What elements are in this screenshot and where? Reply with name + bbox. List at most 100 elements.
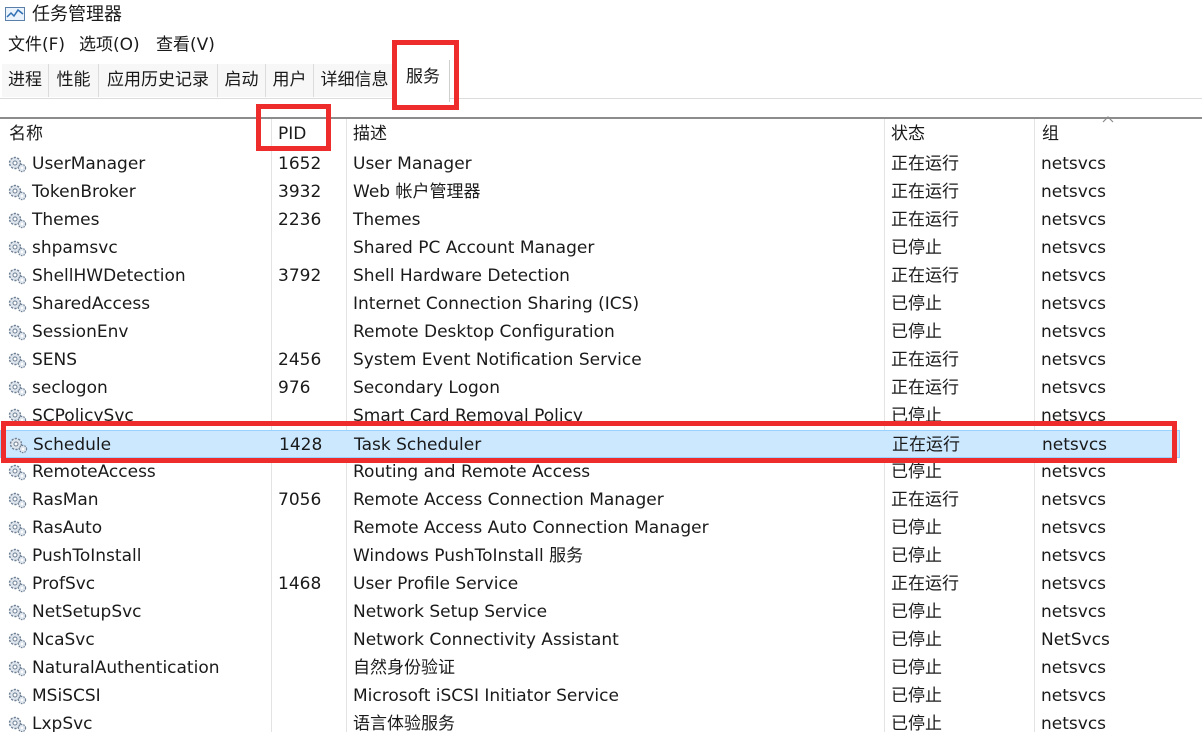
service-gear-icon [6,490,28,510]
service-description-cell: Network Setup Service [353,602,548,622]
service-status-cell: 正在运行 [892,435,960,455]
service-group-cell: netsvcs [1041,714,1107,732]
tab-app-history[interactable]: 应用历史记录 [99,64,218,97]
tab-startup[interactable]: 启动 [218,64,266,97]
service-name-cell: SharedAccess [32,294,151,314]
service-name-cell: shpamsvc [32,238,118,258]
service-gear-icon [6,546,28,566]
service-status-cell: 正在运行 [891,266,959,286]
tab-services[interactable]: 服务 [396,60,450,102]
service-description-cell: Network Connectivity Assistant [353,630,619,650]
service-description-cell: Shell Hardware Detection [353,266,570,286]
table-row[interactable]: NaturalAuthentication 自然身份验证 已停止 netsvcs [0,654,1180,682]
service-description-cell: Shared PC Account Manager [353,238,595,258]
service-pid-cell: 1468 [278,574,322,594]
service-name-cell: MSiSCSI [32,686,101,706]
service-name-cell: Schedule [33,435,112,455]
service-gear-icon [6,518,28,538]
service-status-cell: 正在运行 [891,210,959,230]
tab-processes[interactable]: 进程 [2,64,49,97]
service-description-cell: User Manager [353,154,472,174]
service-description-cell: Microsoft iSCSI Initiator Service [353,686,619,706]
toolbar-strip [0,99,1202,117]
table-row[interactable]: RasMan 7056 Remote Access Connection Manag… [0,486,1180,514]
table-row[interactable]: MSiSCSI Microsoft iSCSI Initiator Service… [0,682,1180,710]
service-status-cell: 已停止 [891,294,942,314]
table-row[interactable]: RemoteAccess Routing and Remote Access 已停止… [0,458,1180,486]
column-header-pid[interactable]: PID [278,122,306,146]
service-gear-icon [6,322,28,342]
table-row[interactable]: LxpSvc 语言体验服务 已停止 netsvcs [0,710,1180,732]
service-description-cell: Routing and Remote Access [353,462,591,482]
table-row[interactable]: SENS 2456 System Event Notification Servic… [0,346,1180,374]
tab-performance[interactable]: 性能 [49,64,99,97]
table-row[interactable]: NetSetupSvc Network Setup Service 已停止 netsv… [0,598,1180,626]
service-name-cell: RemoteAccess [32,462,156,482]
table-row[interactable]: UserManager 1652 User Manager 正在运行 netsvcs [0,150,1180,178]
window-title: 任务管理器 [32,4,122,25]
service-group-cell: netsvcs [1041,294,1107,314]
menu-options[interactable]: 选项(O) [79,35,140,56]
header-divider [0,117,1202,119]
menu-bar: 文件(F) 选项(O) 查看(V) [0,32,1202,58]
tab-users[interactable]: 用户 [266,64,314,97]
table-row[interactable]: PushToInstall Windows PushToInstall 服务 已停止… [0,542,1180,570]
service-description-cell: Windows PushToInstall 服务 [353,546,584,566]
column-header-name[interactable]: 名称 [9,122,43,146]
service-status-cell: 正在运行 [891,182,959,202]
sort-ascending-caret-icon [1102,116,1114,123]
table-row-selected[interactable]: Schedule 1428 Task Scheduler 正在运行 netsvcs [0,430,1180,458]
service-gear-icon [6,658,28,678]
service-status-cell: 已停止 [891,238,942,258]
service-group-cell: netsvcs [1041,182,1107,202]
service-description-cell: Internet Connection Sharing (ICS) [353,294,640,314]
service-gear-icon [6,686,28,706]
column-header-description[interactable]: 描述 [353,122,387,146]
service-group-cell: netsvcs [1041,350,1107,370]
service-status-cell: 正在运行 [891,154,959,174]
table-row[interactable]: RasAuto Remote Access Auto Connection Man… [0,514,1180,542]
service-gear-icon [6,350,28,370]
table-row[interactable]: SharedAccess Internet Connection Sharing … [0,290,1180,318]
table-row[interactable]: seclogon 976 Secondary Logon 正在运行 netsvcs [0,374,1180,402]
service-status-cell: 已停止 [891,602,942,622]
table-row[interactable]: shpamsvc Shared PC Account Manager 已停止 nets… [0,234,1180,262]
service-group-cell: netsvcs [1041,602,1107,622]
table-row[interactable]: ProfSvc 1468 User Profile Service 正在运行 netsv… [0,570,1180,598]
title-bar: 任务管理器 [0,0,1202,30]
column-header-group[interactable]: 组 [1042,122,1059,146]
table-row[interactable]: TokenBroker 3932 Web 帐户管理器 正在运行 netsvcs [0,178,1180,206]
service-group-cell: netsvcs [1041,574,1107,594]
service-name-cell: RasAuto [32,518,103,538]
service-gear-icon [6,630,28,650]
service-gear-icon [6,266,28,286]
service-description-cell: Remote Access Auto Connection Manager [353,518,709,538]
table-row[interactable]: ShellHWDetection 3792 Shell Hardware Detec… [0,262,1180,290]
service-group-cell: netsvcs [1041,154,1107,174]
service-description-cell: Smart Card Removal Policy [353,406,583,426]
service-pid-cell: 2236 [278,210,322,230]
service-name-cell: Themes [32,210,100,230]
service-status-cell: 正在运行 [891,490,959,510]
service-gear-icon [6,210,28,230]
table-row[interactable]: SessionEnv Remote Desktop Configuration 已停… [0,318,1180,346]
service-group-cell: netsvcs [1041,406,1107,426]
service-description-cell: Remote Access Connection Manager [353,490,664,510]
column-header-status[interactable]: 状态 [891,122,925,146]
service-status-cell: 已停止 [891,714,942,732]
service-gear-icon [6,406,28,426]
table-row[interactable]: SCPolicySvc Smart Card Removal Policy 已停止 n… [0,402,1180,430]
menu-file[interactable]: 文件(F) [8,35,65,56]
service-gear-icon [6,182,28,202]
service-group-cell: netsvcs [1041,238,1107,258]
service-name-cell: RasMan [32,490,99,510]
tab-details[interactable]: 详细信息 [314,64,396,97]
service-group-cell: netsvcs [1041,322,1107,342]
service-pid-cell: 3932 [278,182,322,202]
table-row[interactable]: Themes 2236 Themes 正在运行 netsvcs [0,206,1180,234]
service-name-cell: SENS [32,350,78,370]
menu-view[interactable]: 查看(V) [156,35,215,56]
service-name-cell: LxpSvc [32,714,93,732]
service-status-cell: 已停止 [891,322,942,342]
table-row[interactable]: NcaSvc Network Connectivity Assistant 已停止 N… [0,626,1180,654]
